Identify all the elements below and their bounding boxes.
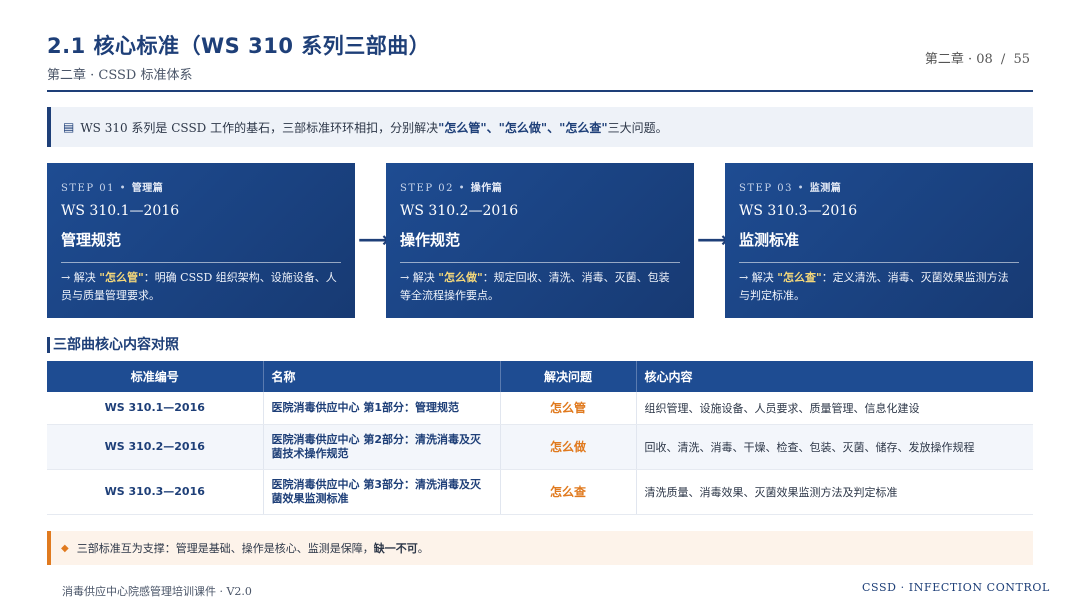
page-indicator: 第二章 · 08 / 55 — [925, 48, 1030, 67]
intro-banner: ▤ WS 310 系列是 CSSD 工作的基石，三部标准环环相扣，分别解决"怎么… — [47, 107, 1033, 147]
cell-question: 怎么管 — [500, 392, 637, 425]
cell-code: WS 310.1—2016 — [47, 392, 264, 425]
step-kicker: STEP 01 • 管理篇 — [61, 183, 164, 194]
header-divider — [47, 90, 1033, 92]
cell-content: 组织管理、设施设备、人员要求、质量管理、信息化建设 — [636, 392, 1033, 425]
cell-content: 回收、清洗、消毒、干燥、检查、包装、灭菌、储存、发放操作规程 — [636, 424, 1033, 470]
table-row: WS 310.2—2016 医院消毒供应中心 第2部分：清洗消毒及灭菌技术操作规… — [47, 424, 1033, 470]
step-kicker: STEP 03 • 监测篇 — [739, 183, 842, 194]
cell-question: 怎么查 — [500, 469, 637, 515]
arrow-right-icon: ⟶ — [697, 228, 729, 253]
step-standard-code: WS 310.2—2016 — [400, 203, 519, 219]
intro-text: WS 310 系列是 CSSD 工作的基石，三部标准环环相扣，分别解决"怎么管"… — [80, 120, 668, 135]
step-kicker: STEP 02 • 操作篇 — [400, 183, 503, 194]
step-card-operation: STEP 02 • 操作篇 WS 310.2—2016 操作规范 → 解决 "怎… — [386, 163, 694, 318]
step-description: → 解决 "怎么查"：定义清洗、消毒、灭菌效果监测方法与判定标准。 — [739, 271, 1009, 302]
step-description: → 解决 "怎么管"：明确 CSSD 组织架构、设施设备、人员与质量管理要求。 — [61, 271, 337, 302]
section-title: 三部曲核心内容对照 — [47, 337, 179, 353]
document-icon: ▤ — [63, 120, 75, 134]
step-name: 监测标准 — [739, 231, 800, 249]
footer-course-label: 消毒供应中心院感管理培训课件 · V2.0 — [62, 585, 252, 598]
cell-name: 医院消毒供应中心 第3部分：清洗消毒及灭菌效果监测标准 — [263, 469, 501, 515]
diamond-icon: ◆ — [61, 542, 69, 554]
footer-brand: CSSD · INFECTION CONTROL — [862, 581, 1050, 594]
page-separator: / — [1000, 52, 1006, 67]
column-header: 标准编号 — [47, 361, 264, 392]
page-chapter: 第二章 · 08 — [924, 52, 993, 67]
arrow-right-icon: ⟶ — [358, 228, 390, 253]
step-standard-code: WS 310.1—2016 — [61, 203, 180, 219]
table-row: WS 310.3—2016 医院消毒供应中心 第3部分：清洗消毒及灭菌效果监测标… — [47, 469, 1033, 515]
step-description: → 解决 "怎么做"：规定回收、清洗、消毒、灭菌、包装等全流程操作要点。 — [400, 271, 670, 302]
step-card-monitoring: STEP 03 • 监测篇 WS 310.3—2016 监测标准 → 解决 "怎… — [725, 163, 1033, 318]
page-subtitle: 第二章 · CSSD 标准体系 — [47, 68, 193, 83]
cell-name: 医院消毒供应中心 第1部分：管理规范 — [263, 392, 501, 425]
table-header-row: 标准编号 名称 解决问题 核心内容 — [47, 361, 1033, 392]
cell-code: WS 310.3—2016 — [47, 469, 264, 515]
cell-name: 医院消毒供应中心 第2部分：清洗消毒及灭菌技术操作规范 — [263, 424, 501, 470]
column-header: 名称 — [263, 361, 501, 392]
note-text: 三部标准互为支撑：管理是基础、操作是核心、监测是保障，缺一不可。 — [76, 542, 429, 555]
column-header: 解决问题 — [500, 361, 637, 392]
step-name: 操作规范 — [400, 231, 461, 249]
page-total: 55 — [1013, 52, 1030, 67]
column-header: 核心内容 — [644, 370, 693, 384]
table-row: WS 310.1—2016 医院消毒供应中心 第1部分：管理规范 怎么管 组织管… — [47, 392, 1033, 425]
cell-content: 清洗质量、消毒效果、灭菌效果监测方法及判定标准 — [636, 469, 1033, 515]
step-standard-code: WS 310.3—2016 — [739, 203, 858, 219]
cell-question: 怎么做 — [500, 424, 637, 470]
step-divider — [61, 262, 341, 263]
page-title: 2.1 核心标准（WS 310 系列三部曲） — [47, 34, 431, 58]
note-banner: ◆ 三部标准互为支撑：管理是基础、操作是核心、监测是保障，缺一不可。 — [47, 531, 1033, 565]
step-divider — [400, 262, 680, 263]
comparison-table: 标准编号 名称 解决问题 核心内容 WS 310.1—2016 医院消毒供应中心… — [47, 361, 1033, 515]
step-name: 管理规范 — [61, 231, 122, 249]
step-divider — [739, 262, 1019, 263]
cell-code: WS 310.2—2016 — [47, 424, 264, 470]
step-card-management: STEP 01 • 管理篇 WS 310.1—2016 管理规范 → 解决 "怎… — [47, 163, 355, 318]
